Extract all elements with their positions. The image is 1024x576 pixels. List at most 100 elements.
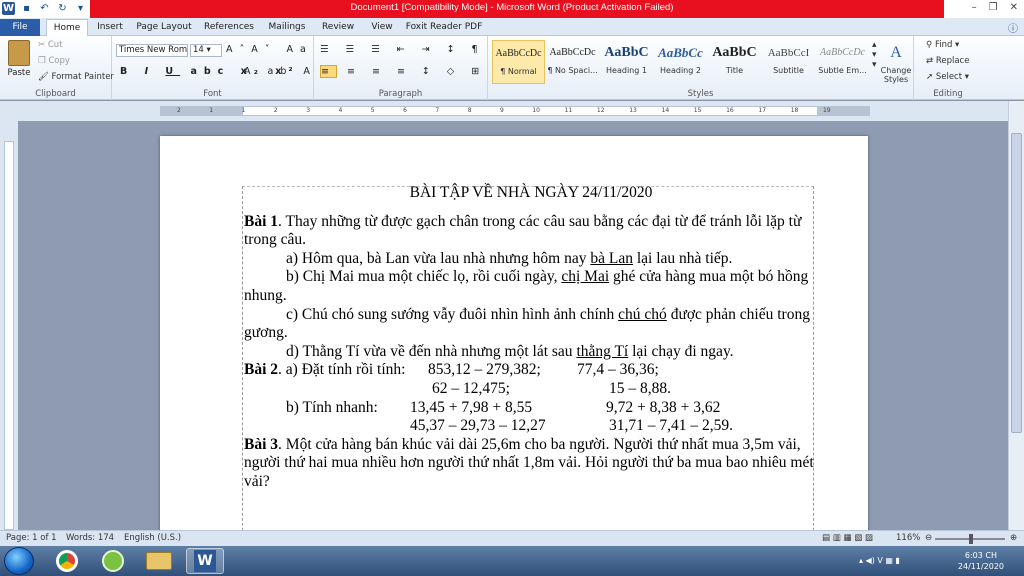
tab-file[interactable]: File (0, 19, 40, 36)
system-tray: ▴ ◀) V ▦ ▮ 6:03 CH 24/11/2020 (849, 546, 1024, 576)
exercise-2-row-1: Bài 2. a) Đặt tính rồi tính: 853,12 – 27… (244, 361, 659, 379)
find-button[interactable]: ⚲ Find ▾ (926, 40, 959, 50)
scrollbar-thumb[interactable] (1011, 133, 1022, 433)
cut-button[interactable]: ✂ Cut (38, 40, 62, 50)
styles-scroll-buttons[interactable]: ▴ ▾ ▾ (872, 40, 877, 70)
word-taskbar-icon[interactable]: W (186, 548, 224, 574)
style-normal[interactable]: AaBbCcDc ¶ Normal (492, 40, 545, 84)
clipboard-group: Paste ✂ Cut ❐ Copy 🖌 Format Painter Clip… (0, 36, 114, 100)
ruler-number: 2 (273, 107, 278, 114)
exercise-3: Bài 3. Một cửa hàng bán khúc vải dài 25,… (244, 435, 814, 490)
tab-insert[interactable]: Insert (94, 19, 126, 36)
close-icon[interactable]: ✕ (1010, 2, 1018, 13)
binoculars-icon: ⚲ (926, 40, 935, 50)
paragraph-label: Paragraph (378, 89, 423, 99)
horizontal-ruler[interactable]: 2 1 1 2 3 4 5 6 7 8 9 10 11 12 13 14 15 16 17 18 19 (160, 106, 870, 116)
minimize-icon[interactable]: – (972, 2, 977, 13)
ruler-number: 19 (823, 107, 831, 114)
tab-review[interactable]: Review (318, 19, 358, 36)
help-icon[interactable]: ⓘ (1008, 20, 1018, 35)
styles-group: AaBbCcDc ¶ Normal AaBbCcDc ¶ No Spaci...… (488, 36, 914, 100)
alignment-buttons[interactable]: ≡ ≡ ≡ ≡ ↕ ◇ ⊞ (320, 65, 486, 78)
ruler-number: 15 (693, 107, 702, 114)
styles-label: Styles (687, 89, 714, 99)
exercise-2-row-2: 62 – 12,475; 15 – 8,88. (432, 379, 671, 397)
paste-button[interactable]: Paste (6, 40, 32, 78)
scissors-icon: ✂ (38, 40, 48, 50)
list-buttons[interactable]: ☰ ☰ ☰ ⇤ ⇥ ↕ ¶ (320, 44, 485, 55)
page-count[interactable]: Page: 1 of 1 (6, 533, 57, 543)
zoom-out-icon[interactable]: ⊖ (925, 533, 932, 543)
grow-shrink-font-buttons[interactable]: A˄A˅ Aa (226, 44, 313, 55)
start-button[interactable] (4, 547, 34, 575)
style-heading-2[interactable]: AaBbCc Heading 2 (654, 40, 707, 84)
editing-label: Editing (933, 89, 963, 99)
editing-group: ⚲ Find ▾ ⇄ Replace ➚ Select ▾ Editing (914, 36, 982, 100)
font-name-select[interactable]: Times New Rom ▾ (116, 44, 188, 57)
font-label: Font (203, 89, 222, 99)
copy-button[interactable]: ❐ Copy (38, 56, 70, 66)
style-heading-1[interactable]: AaBbC Heading 1 (600, 40, 653, 84)
document-area[interactable]: BÀI TẬP VỀ NHÀ NGÀY 24/11/2020 Bài 1. Th… (18, 121, 1008, 530)
vertical-scrollbar[interactable] (1008, 101, 1024, 530)
ruler-number: 2 (177, 107, 181, 114)
ruler-number: 13 (629, 107, 637, 114)
ruler-number: 10 (532, 107, 540, 114)
language-indicator[interactable]: English (U.S.) (124, 533, 181, 543)
app-taskbar-icon[interactable] (94, 548, 132, 574)
font-size-select[interactable]: 14 ▾ (190, 44, 222, 57)
style-title[interactable]: AaBbC Title (708, 40, 761, 84)
change-styles-icon: A (890, 44, 902, 61)
view-buttons[interactable]: ▤ ▥ ▦ ▧ ▨ (822, 533, 873, 543)
vertical-ruler (0, 121, 18, 530)
format-painter-button[interactable]: 🖌 Format Painter (38, 72, 114, 82)
change-styles-button[interactable]: A Change Styles (878, 40, 914, 84)
tab-references[interactable]: References (202, 19, 256, 36)
align-left-button[interactable]: ≡ (320, 65, 337, 78)
style-subtitle[interactable]: AaBbCcI Subtitle (762, 40, 815, 84)
explorer-taskbar-icon[interactable] (140, 548, 178, 574)
zoom-in-icon[interactable]: ⊕ (1010, 533, 1017, 543)
zoom-level[interactable]: 116% (896, 533, 920, 543)
tab-page-layout[interactable]: Page Layout (134, 19, 194, 36)
exercise-2-row-3: b) Tính nhanh: 13,45 + 7,98 + 8,55 9,72 … (286, 398, 721, 416)
word-count[interactable]: Words: 174 (66, 533, 114, 543)
ruler-number: 14 (661, 107, 670, 114)
zoom-slider[interactable] (935, 534, 1005, 544)
tray-icons[interactable]: ▴ ◀) V ▦ ▮ (859, 556, 900, 565)
chrome-taskbar-icon[interactable] (48, 548, 86, 574)
replace-button[interactable]: ⇄ Replace (926, 56, 969, 66)
paste-icon (8, 40, 30, 66)
document-body[interactable]: BÀI TẬP VỀ NHÀ NGÀY 24/11/2020 Bài 1. Th… (244, 184, 818, 492)
exercise-2-row-4: 45,37 – 29,73 – 12,27 31,71 – 7,41 – 2,5… (410, 417, 733, 435)
style-subtle-emphasis[interactable]: AaBbCcDc Subtle Em... (816, 40, 869, 84)
tab-foxit-reader-pdf[interactable]: Foxit Reader PDF (404, 19, 484, 36)
ruler-number: 1 (209, 107, 214, 114)
ruler-number: 6 (403, 107, 407, 114)
copy-icon: ❐ (38, 56, 49, 66)
ribbon-tabs: File Home Insert Page Layout References … (0, 18, 1024, 36)
document-title: BÀI TẬP VỀ NHÀ NGÀY 24/11/2020 (409, 184, 653, 201)
clock[interactable]: 6:03 CH 24/11/2020 (958, 550, 1004, 572)
window-title: Document1 [Compatibility Mode] - Microso… (350, 2, 674, 13)
maximize-icon[interactable]: ❐ (989, 2, 998, 13)
ruler-number: 1 (241, 107, 246, 114)
replace-icon: ⇄ (926, 56, 936, 66)
tab-mailings[interactable]: Mailings (264, 19, 310, 36)
window-controls: – ❐ ✕ (972, 2, 1018, 13)
ruler-number: 8 (467, 107, 472, 114)
font-group: Times New Rom ▾ 14 ▾ A˄A˅ Aa B I U abc x… (112, 36, 314, 100)
select-button[interactable]: ➚ Select ▾ (926, 72, 969, 82)
title-bar: W ▪ ↶ ↻ ▾ Document1 [Compatibility Mode]… (0, 0, 1024, 18)
brush-icon: 🖌 (38, 72, 52, 82)
exercise-1-a: a) Hôm qua, bà Lan vừa lau nhà nhưng hôm… (286, 249, 733, 267)
text-color-buttons[interactable]: A ab A (244, 66, 317, 77)
exercise-1-b: b) Chị Mai mua một chiếc lọ, rồi cuối ng… (244, 268, 809, 304)
document-page[interactable]: BÀI TẬP VỀ NHÀ NGÀY 24/11/2020 Bài 1. Th… (160, 136, 868, 530)
style-no-spacing[interactable]: AaBbCcDc ¶ No Spaci... (546, 40, 599, 84)
tab-view[interactable]: View (366, 19, 398, 36)
tab-home[interactable]: Home (46, 19, 88, 36)
ruler-number: 3 (306, 107, 311, 114)
ruler-number: 18 (790, 107, 799, 114)
ruler-number: 5 (370, 107, 375, 114)
